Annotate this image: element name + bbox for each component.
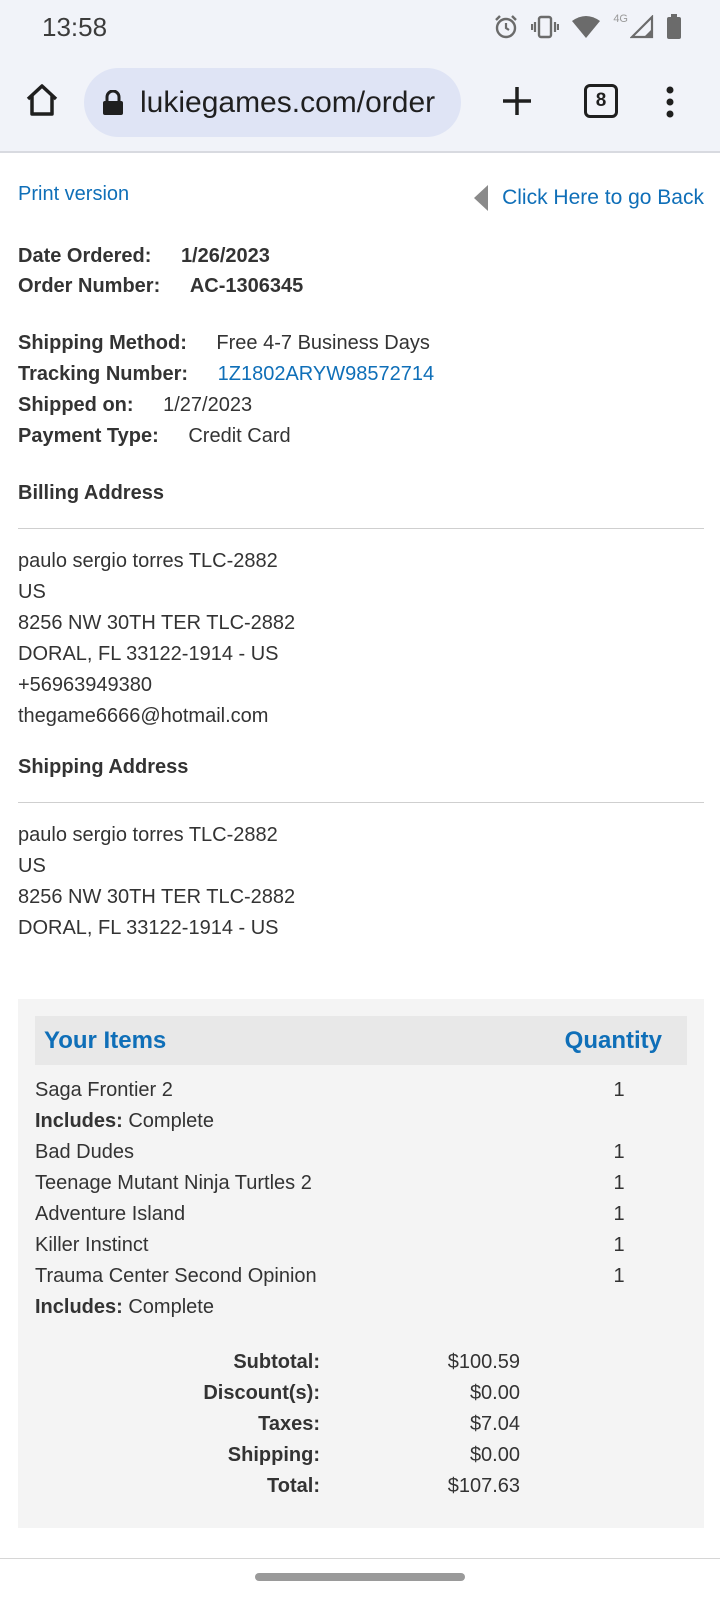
item-quantity: 1 — [613, 1172, 625, 1194]
item-row: Saga Frontier 2 1 — [35, 1079, 687, 1109]
wifi-icon — [571, 15, 601, 39]
battery-icon — [666, 14, 682, 40]
shipping-address-title: Shipping Address — [18, 756, 189, 778]
shipping-method-row: Shipping Method: Free 4-7 Business Days — [18, 332, 430, 355]
more-vert-icon[interactable] — [655, 82, 685, 122]
total-value: $107.63 — [447, 1475, 520, 1497]
total-row: Total: $107.63 — [18, 1475, 704, 1505]
shipped-on-value: 1/27/2023 — [163, 394, 253, 416]
signal-icon — [630, 15, 654, 39]
status-icons: 4G — [493, 12, 682, 42]
billing-email: thegame6666@hotmail.com — [18, 705, 269, 727]
item-row: Adventure Island 1 — [35, 1203, 687, 1233]
bottom-divider — [0, 1558, 720, 1559]
billing-phone: +56963949380 — [18, 674, 153, 696]
includes-label: Includes: — [35, 1296, 123, 1318]
billing-line: US — [18, 581, 46, 603]
back-link-label: Click Here to go Back — [502, 186, 704, 209]
tab-count-button[interactable]: 8 — [584, 84, 618, 118]
item-quantity: 1 — [613, 1079, 625, 1101]
billing-line: 8256 NW 30TH TER TLC-2882 — [18, 612, 296, 634]
discount-row: Discount(s): $0.00 — [18, 1382, 704, 1412]
discount-value: $0.00 — [469, 1382, 520, 1404]
billing-line: paulo sergio torres TLC-2882 — [18, 550, 278, 572]
shipping-line: DORAL, FL 33122-1914 - US — [18, 917, 279, 939]
payment-type-label: Payment Type: — [18, 425, 159, 447]
item-quantity: 1 — [613, 1265, 625, 1287]
alarm-icon — [493, 14, 519, 40]
tracking-number-row: Tracking Number: 1Z1802ARYW98572714 — [18, 363, 434, 386]
includes-value: Complete — [128, 1296, 214, 1318]
item-name: Teenage Mutant Ninja Turtles 2 — [35, 1172, 312, 1194]
item-name: Adventure Island — [35, 1203, 186, 1225]
shipping-method-label: Shipping Method: — [18, 332, 187, 354]
order-number-value: AC-1306345 — [189, 275, 304, 297]
shipping-cost-label: Shipping: — [227, 1444, 320, 1466]
item-row: Bad Dudes 1 — [35, 1141, 687, 1171]
taxes-row: Taxes: $7.04 — [18, 1413, 704, 1443]
item-name: Killer Instinct — [35, 1234, 149, 1256]
subtotal-label: Subtotal: — [233, 1351, 320, 1373]
gesture-home-indicator[interactable] — [255, 1573, 465, 1581]
shipping-divider — [18, 802, 704, 803]
billing-line: DORAL, FL 33122-1914 - US — [18, 643, 279, 665]
shipping-line: paulo sergio torres TLC-2882 — [18, 824, 278, 846]
back-link[interactable]: Click Here to go Back — [474, 185, 704, 211]
billing-address-title: Billing Address — [18, 482, 164, 504]
item-row: Trauma Center Second Opinion 1 — [35, 1265, 687, 1295]
lock-icon — [102, 89, 124, 121]
item-name: Trauma Center Second Opinion — [35, 1265, 317, 1287]
tracking-number-label: Tracking Number: — [18, 363, 189, 385]
item-name: Saga Frontier 2 — [35, 1079, 173, 1101]
total-label: Total: — [267, 1475, 320, 1497]
payment-type-value: Credit Card — [188, 425, 291, 447]
includes-label: Includes: — [35, 1110, 123, 1132]
shipped-on-row: Shipped on: 1/27/2023 — [18, 394, 252, 417]
home-icon[interactable] — [22, 80, 62, 120]
status-time: 13:58 — [42, 12, 108, 42]
subtotal-row: Subtotal: $100.59 — [18, 1351, 704, 1381]
shipping-cost-row: Shipping: $0.00 — [18, 1444, 704, 1474]
print-version-link[interactable]: Print version — [18, 183, 129, 206]
billing-divider — [18, 528, 704, 529]
subtotal-value: $100.59 — [447, 1351, 520, 1373]
your-items-header: Your Items — [44, 1027, 167, 1054]
payment-type-row: Payment Type: Credit Card — [18, 425, 291, 448]
item-quantity: 1 — [613, 1234, 625, 1256]
includes-value: Complete — [128, 1110, 214, 1132]
url-text: lukiegames.com/order — [140, 86, 436, 119]
discount-label: Discount(s): — [203, 1382, 320, 1404]
items-table: Your Items Quantity Saga Frontier 2 1 In… — [18, 999, 704, 1528]
item-row: Killer Instinct 1 — [35, 1234, 687, 1264]
shipped-on-label: Shipped on: — [18, 394, 134, 416]
item-includes-row: Includes: Complete — [35, 1296, 687, 1326]
date-ordered-row: Date Ordered: 1/26/2023 — [18, 245, 270, 268]
vibrate-icon — [531, 14, 560, 40]
status-bar: 13:58 4G — [0, 0, 720, 56]
network-label: 4G — [613, 13, 628, 25]
plus-icon[interactable] — [496, 80, 538, 122]
tracking-number-link[interactable]: 1Z1802ARYW98572714 — [218, 363, 434, 385]
shipping-cost-value: $0.00 — [469, 1444, 520, 1466]
shipping-line: 8256 NW 30TH TER TLC-2882 — [18, 886, 296, 908]
browser-toolbar: lukiegames.com/order 8 — [0, 56, 720, 153]
shipping-method-value: Free 4-7 Business Days — [216, 332, 430, 354]
taxes-value: $7.04 — [469, 1413, 520, 1435]
date-ordered-label: Date Ordered: — [18, 245, 152, 267]
item-includes-row: Includes: Complete — [35, 1110, 687, 1140]
shipping-line: US — [18, 855, 46, 877]
item-name: Bad Dudes — [35, 1141, 134, 1163]
items-table-header: Your Items Quantity — [35, 1016, 687, 1065]
order-number-label: Order Number: — [18, 275, 161, 297]
date-ordered-value: 1/26/2023 — [180, 245, 270, 267]
item-quantity: 1 — [613, 1203, 625, 1225]
back-arrow-icon — [474, 185, 489, 211]
item-quantity: 1 — [613, 1141, 625, 1163]
taxes-label: Taxes: — [258, 1413, 320, 1435]
url-bar[interactable]: lukiegames.com/order — [84, 68, 461, 137]
item-row: Teenage Mutant Ninja Turtles 2 1 — [35, 1172, 687, 1202]
order-number-row: Order Number: AC-1306345 — [18, 275, 303, 298]
quantity-header: Quantity — [564, 1027, 662, 1054]
